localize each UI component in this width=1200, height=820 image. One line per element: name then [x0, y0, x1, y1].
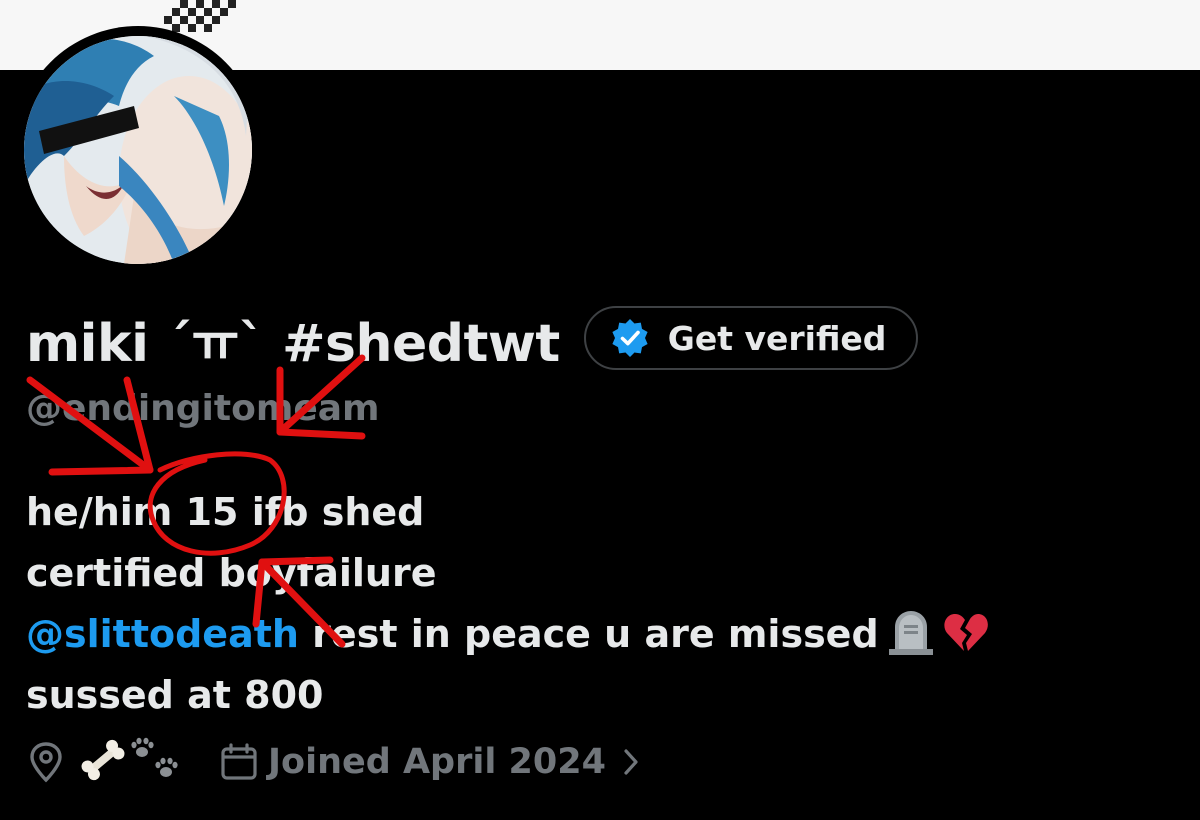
get-verified-label: Get verified: [667, 318, 887, 358]
headstone-emoji: [887, 609, 935, 673]
joined-date[interactable]: Joined April 2024: [220, 742, 640, 782]
paw-prints-emoji: [128, 736, 182, 788]
bio-line: @slittodeath rest in peace u are missed: [26, 604, 989, 665]
avatar[interactable]: [24, 36, 252, 264]
bone-emoji: [78, 738, 128, 786]
bio-text: rest in peace u are missed: [298, 612, 879, 656]
profile-name-row: miki ´ㅠ` #shedtwt Get verified: [26, 305, 919, 374]
broken-heart-emoji: [943, 611, 989, 673]
get-verified-button[interactable]: Get verified: [583, 306, 919, 370]
bio-line: certified boyfailure: [26, 551, 437, 595]
avatar-frame: [14, 26, 262, 274]
mention-link[interactable]: @slittodeath: [26, 612, 299, 656]
bio-line: sussed at 800: [26, 673, 324, 717]
avatar-illustration: [24, 36, 252, 264]
verified-badge-icon: [610, 318, 650, 358]
display-name: miki ´ㅠ` #shedtwt: [26, 313, 560, 374]
calendar-icon: [220, 743, 258, 781]
location-pin-icon: [26, 741, 66, 783]
joined-text: Joined April 2024: [268, 742, 606, 782]
chevron-right-icon: [622, 747, 640, 777]
profile-handle: @endingitomeam: [26, 388, 380, 429]
profile-bio: he/him 15 ifb shed certified boyfailure …: [26, 482, 989, 726]
bio-line: he/him 15 ifb shed: [26, 490, 425, 534]
location-emoji-text: [78, 736, 182, 788]
profile-meta-row: Joined April 2024: [26, 734, 640, 790]
